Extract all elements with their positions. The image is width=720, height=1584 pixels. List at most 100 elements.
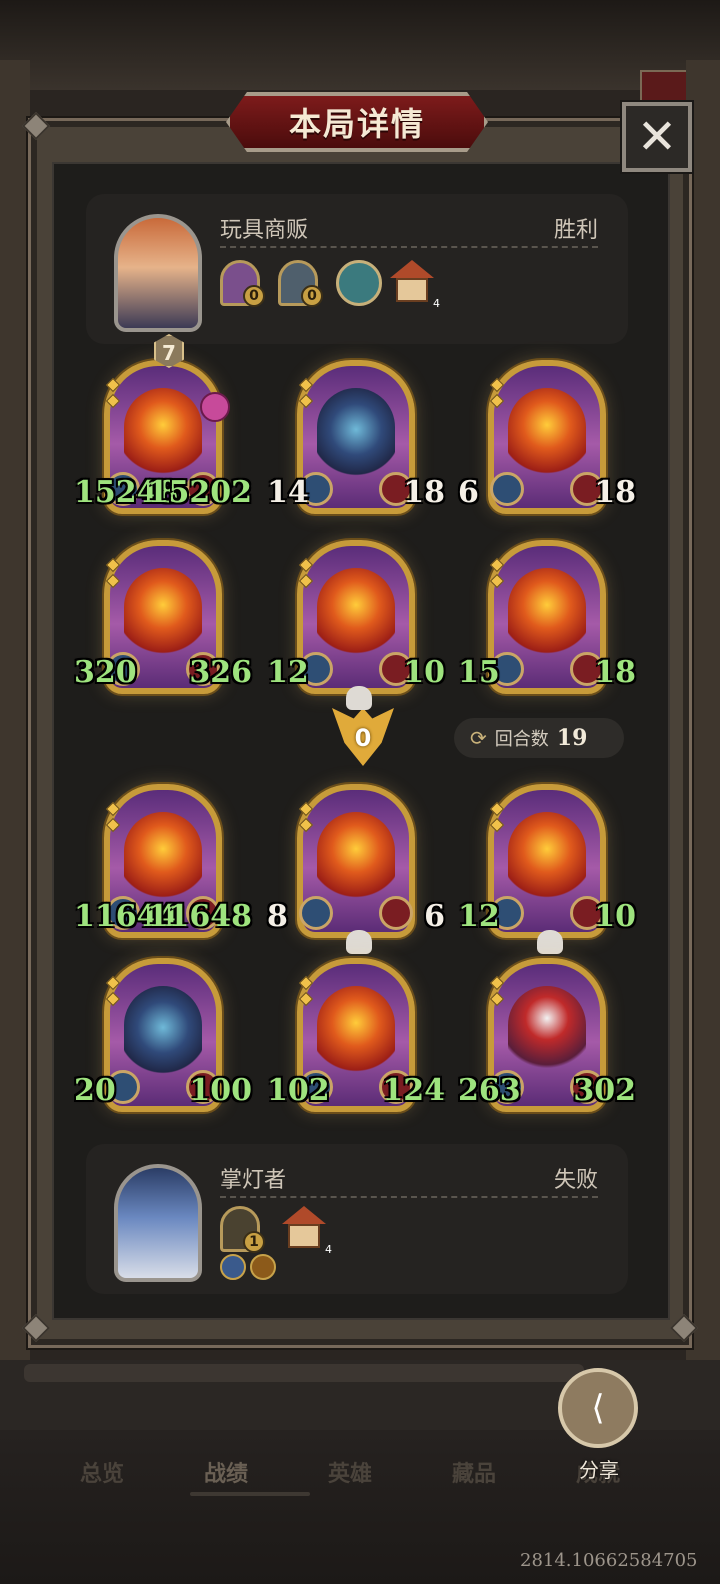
share-button[interactable]: ⟨ [558, 1368, 638, 1448]
minion-card[interactable]: 263 302 [458, 958, 636, 1112]
share-icon: ⟨ [591, 1388, 605, 1428]
minion-card[interactable]: 320 326 [74, 540, 252, 694]
attack-value: 20 [74, 1073, 116, 1108]
tavern-icon[interactable]: 4 [282, 1206, 332, 1256]
tab-overview[interactable]: 总览 [80, 1456, 124, 1488]
player-name: 玩具商贩 [220, 218, 309, 243]
player-bottom-panel: 掌灯者 失败 1 4 [86, 1144, 628, 1294]
sword-buff-icon[interactable] [220, 1254, 246, 1280]
claw-buff-icon[interactable] [250, 1254, 276, 1280]
watermark: 2814.10662584705 [520, 1550, 698, 1571]
attack-value: 14 [267, 475, 309, 510]
minion-art [317, 568, 395, 660]
zombie-icon[interactable] [336, 260, 382, 306]
minion-art [317, 812, 395, 904]
minion-card[interactable]: 20 100 [74, 958, 252, 1112]
golden-pips [489, 377, 505, 409]
health-value: 15202 [147, 475, 252, 510]
golden-pips [298, 557, 314, 589]
attack-value: 8 [267, 899, 288, 934]
attack-value: 6 [458, 475, 479, 510]
minion-card[interactable]: 102 124 [267, 958, 445, 1112]
minion-card[interactable]: 12 10 [458, 784, 636, 954]
gear-doll-icon[interactable]: 0 [278, 260, 323, 307]
minion-card[interactable]: 12 10 [267, 540, 445, 710]
golden-pips [489, 975, 505, 1007]
golden-pips [298, 975, 314, 1007]
health-badge [379, 896, 413, 930]
health-value: 302 [573, 1073, 636, 1108]
bottom-tabs: 总览 战绩 英雄 藏品 成就 [80, 1456, 620, 1488]
hero-portrait[interactable] [114, 1164, 202, 1282]
hero-portrait[interactable] [114, 214, 202, 332]
health-value: 100 [189, 1073, 252, 1108]
attack-value: 263 [458, 1073, 521, 1108]
health-value: 18 [594, 475, 636, 510]
lantern-icon[interactable]: 1 [220, 1206, 265, 1253]
minion-card[interactable]: 15248 15202 7 [74, 334, 252, 514]
minion-card[interactable]: 86 [267, 784, 445, 954]
roof [390, 260, 434, 278]
golden-pips [105, 377, 121, 409]
minion-art [508, 568, 586, 660]
golden-pips [298, 801, 314, 833]
background-top [0, 0, 720, 90]
minion-art [508, 812, 586, 904]
rounds-label: 回合数 [494, 729, 549, 750]
minion-art [124, 388, 202, 480]
buff-icons [220, 1254, 276, 1280]
background-left [0, 60, 30, 1360]
close-icon: ✕ [636, 109, 678, 165]
tavern-icon[interactable]: 4 [390, 260, 440, 310]
divider [220, 246, 598, 248]
player-icons: 0 0 4 [220, 260, 440, 310]
player-result: 胜利 [553, 218, 598, 243]
minion-art [124, 986, 202, 1078]
minion-card[interactable]: 14 18 [267, 360, 445, 514]
skull-icon [537, 930, 563, 954]
minion-card[interactable]: 6 18 [458, 360, 636, 514]
health-value: 326 [189, 655, 252, 690]
health-value: 6 [424, 899, 445, 934]
minion-art [317, 986, 395, 1078]
divider [220, 1196, 598, 1198]
roof [282, 1206, 326, 1224]
minion-art [124, 568, 202, 660]
tab-heroes[interactable]: 英雄 [328, 1456, 372, 1488]
tavern-level: 4 [325, 1243, 332, 1256]
golden-pips [105, 975, 121, 1007]
minion-card[interactable]: 15 18 [458, 540, 636, 694]
skull-icon [346, 930, 372, 954]
page-title: 本局详情 [288, 105, 425, 143]
close-button[interactable]: ✕ [622, 102, 692, 172]
health-value: 18 [594, 655, 636, 690]
health-value: 10 [403, 655, 445, 690]
tavern-level: 4 [433, 297, 440, 310]
tab-collection[interactable]: 藏品 [452, 1456, 496, 1488]
list-strip [24, 1364, 584, 1382]
attached-item-icon [200, 392, 230, 422]
attack-value: 102 [267, 1073, 330, 1108]
minion-card[interactable]: 11644 11648 [74, 784, 252, 938]
rounds-badge: ⟳ 回合数 19 [454, 718, 624, 758]
golden-pips [489, 801, 505, 833]
minion-art [124, 812, 202, 904]
count-badge: 0 [243, 285, 265, 307]
health-value: 18 [403, 475, 445, 510]
damage-value: 0 [354, 724, 372, 752]
health-value: 11648 [147, 899, 252, 934]
cycle-icon: ⟳ [470, 726, 487, 750]
health-value: 10 [594, 899, 636, 934]
golden-pips [105, 557, 121, 589]
doll-icon[interactable]: 0 [220, 260, 265, 307]
minion-art [508, 388, 586, 480]
player-icons: 1 4 [220, 1206, 332, 1256]
attack-badge [299, 896, 333, 930]
minion-art [508, 986, 586, 1078]
golden-pips [298, 377, 314, 409]
count-badge: 1 [243, 1231, 265, 1253]
title-plate: 本局详情 [226, 92, 488, 152]
tab-records[interactable]: 战绩 [204, 1456, 248, 1488]
skull-icon [346, 686, 372, 710]
count-badge: 0 [301, 285, 323, 307]
